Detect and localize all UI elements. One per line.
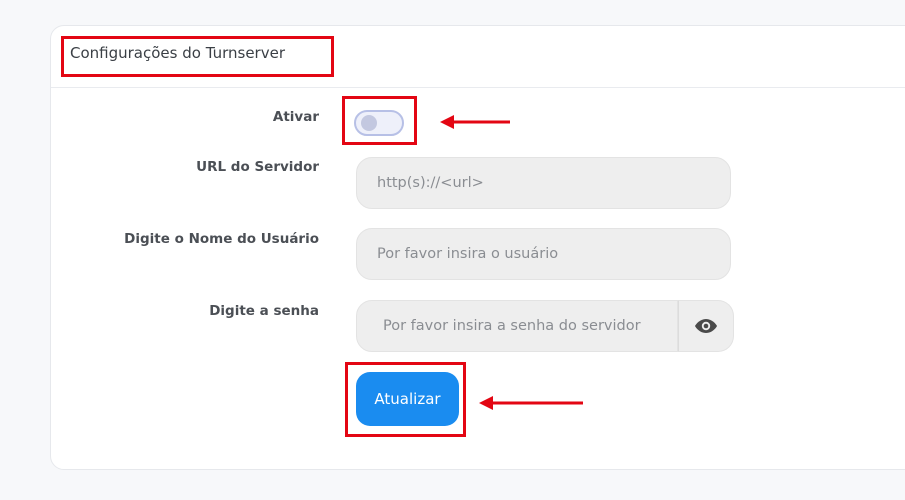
- password-input[interactable]: [356, 300, 678, 352]
- server-url-label: URL do Servidor: [196, 159, 319, 175]
- toggle-knob: [361, 115, 377, 131]
- username-input[interactable]: [356, 228, 731, 280]
- show-password-button[interactable]: [678, 300, 734, 352]
- password-label: Digite a senha: [209, 303, 319, 319]
- enable-toggle[interactable]: [354, 110, 404, 136]
- page-title: Configurações do Turnserver: [70, 44, 285, 62]
- enable-label: Ativar: [272, 109, 319, 125]
- server-url-input[interactable]: [356, 157, 731, 209]
- username-label: Digite o Nome do Usuário: [124, 231, 319, 247]
- eye-icon: [695, 319, 717, 333]
- update-button[interactable]: Atualizar: [356, 372, 459, 426]
